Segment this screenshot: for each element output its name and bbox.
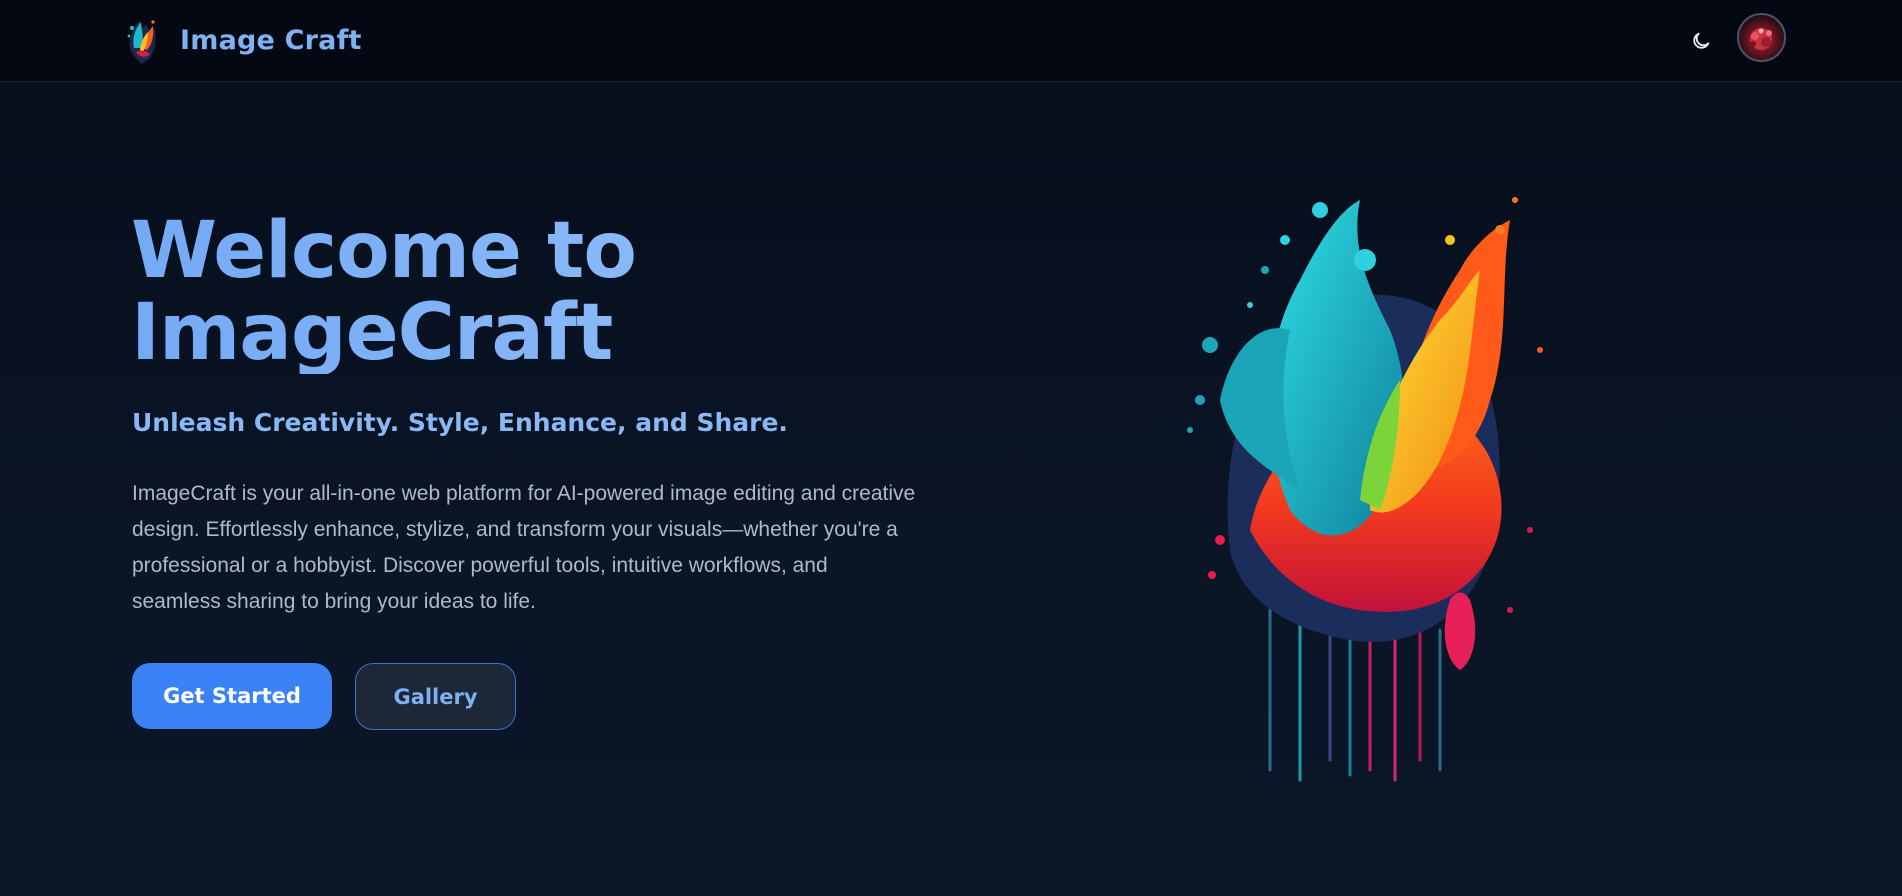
moon-icon [1693,32,1710,49]
hero-description: ImageCraft is your all-in-one web platfo… [132,482,916,613]
avatar-image-icon [1750,28,1772,50]
hero-title-line-2: ImageCraft [131,292,851,374]
gallery-button[interactable]: Gallery [355,663,516,730]
top-navigation-bar: Image Craft [0,0,1902,82]
brand-name: Image Craft [180,24,362,56]
paint-splash-logo-icon [127,20,156,64]
hero-title-line-1: Welcome to [131,210,851,292]
user-avatar[interactable] [1737,13,1786,62]
theme-toggle-button[interactable] [1684,24,1718,58]
brand-home-link[interactable]: Image Craft [122,12,362,68]
hero-tagline: Unleash Creativity. Style, Enhance, and … [132,408,788,437]
get-started-button[interactable]: Get Started [132,663,332,729]
hero-title: Welcome to ImageCraft [131,210,851,374]
paint-splash-illustration-icon [1187,197,1543,782]
